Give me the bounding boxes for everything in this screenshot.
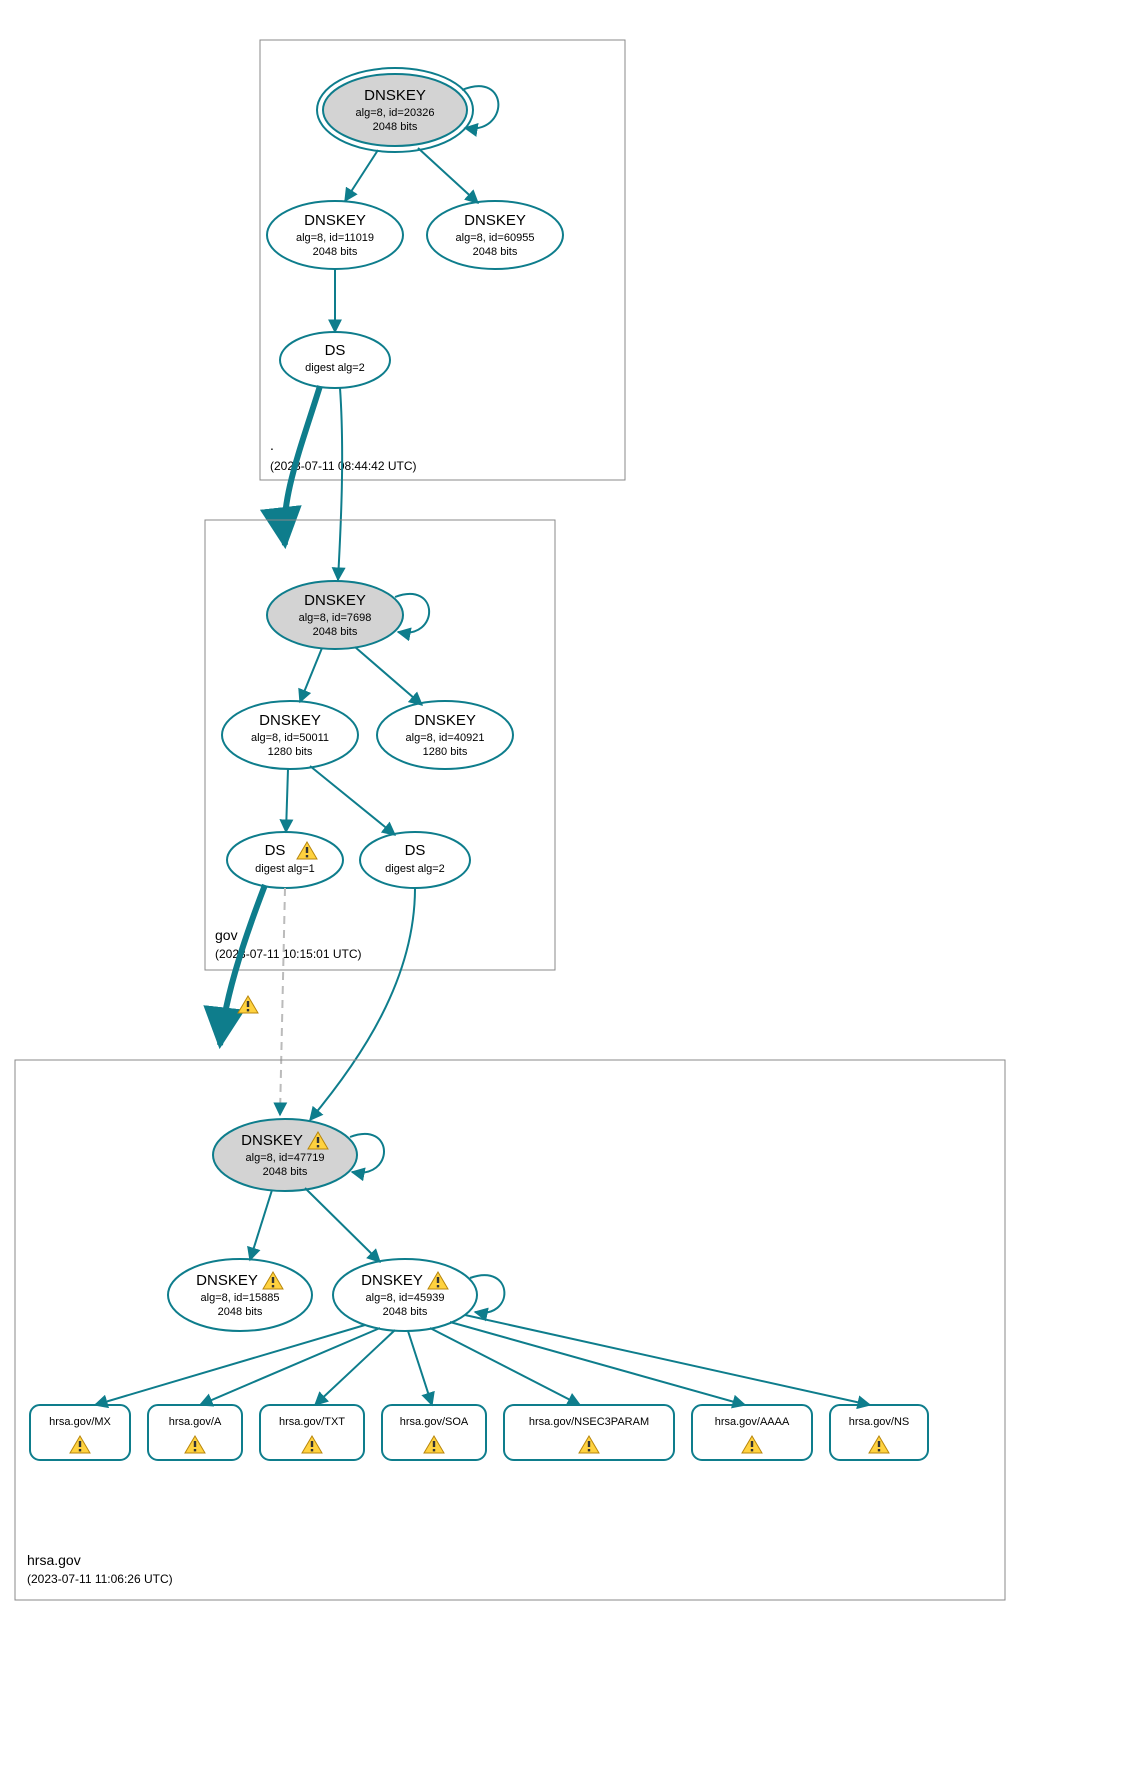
node-gov-zsk2: DNSKEY alg=8, id=40921 1280 bits: [377, 701, 513, 769]
svg-text:hrsa.gov/SOA: hrsa.gov/SOA: [400, 1416, 469, 1428]
svg-text:DS: DS: [265, 842, 286, 859]
edge-govds2-hrsaksk: [310, 888, 415, 1120]
node-gov-ds2: DS digest alg=2: [360, 832, 470, 888]
node-gov-ksk: DNSKEY alg=8, id=7698 2048 bits: [267, 581, 403, 649]
svg-text:2048 bits: 2048 bits: [218, 1306, 263, 1318]
svg-text:DNSKEY: DNSKEY: [196, 1272, 258, 1289]
node-gov-zsk1: DNSKEY alg=8, id=50011 1280 bits: [222, 701, 358, 769]
svg-text:digest alg=2: digest alg=2: [385, 863, 445, 875]
edge-zsk2-soa: [408, 1331, 432, 1405]
svg-text:alg=8, id=11019: alg=8, id=11019: [296, 232, 374, 244]
svg-text:digest alg=2: digest alg=2: [305, 362, 365, 374]
edge-govzsk1-ds2: [310, 766, 395, 835]
svg-text:DNSKEY: DNSKEY: [414, 712, 476, 729]
edge-govksk-zsk1: [300, 648, 322, 702]
svg-text:hrsa.gov/AAAA: hrsa.gov/AAAA: [715, 1416, 790, 1428]
edge-hrsaksk-zsk1: [250, 1190, 272, 1260]
zone-label-root: .: [270, 437, 274, 453]
zone-box-hrsa: [15, 1060, 1005, 1600]
rr-ns: hrsa.gov/NS: [830, 1405, 928, 1460]
node-hrsa-zsk1: DNSKEY alg=8, id=15885 2048 bits: [168, 1259, 312, 1331]
edge-gov-to-hrsa-deleg: [220, 885, 265, 1045]
rr-mx: hrsa.gov/MX: [30, 1405, 130, 1460]
svg-text:alg=8, id=60955: alg=8, id=60955: [456, 232, 535, 244]
node-root-zsk2: DNSKEY alg=8, id=60955 2048 bits: [427, 201, 563, 269]
svg-text:hrsa.gov/A: hrsa.gov/A: [169, 1416, 222, 1428]
edge-zsk2-txt: [315, 1330, 395, 1405]
node-gov-ds1: DS digest alg=1: [227, 832, 343, 888]
svg-text:hrsa.gov/MX: hrsa.gov/MX: [49, 1416, 111, 1428]
zone-label-hrsa: hrsa.gov: [27, 1552, 81, 1568]
svg-text:DNSKEY: DNSKEY: [259, 712, 321, 729]
svg-text:alg=8, id=50011: alg=8, id=50011: [251, 732, 329, 744]
edge-hrsaksk-zsk2: [305, 1188, 380, 1262]
node-root-zsk1: DNSKEY alg=8, id=11019 2048 bits: [267, 201, 403, 269]
svg-text:DNSKEY: DNSKEY: [304, 212, 366, 229]
svg-text:2048 bits: 2048 bits: [373, 121, 418, 133]
warning-icon: [238, 996, 258, 1013]
svg-text:DNSKEY: DNSKEY: [304, 592, 366, 609]
zone-ts-hrsa: (2023-07-11 11:06:26 UTC): [27, 1572, 173, 1586]
svg-text:alg=8, id=47719: alg=8, id=47719: [246, 1152, 325, 1164]
svg-text:hrsa.gov/NS: hrsa.gov/NS: [849, 1416, 910, 1428]
edge-rootds-govksk: [338, 388, 342, 580]
svg-text:DNSKEY: DNSKEY: [464, 212, 526, 229]
svg-text:alg=8, id=7698: alg=8, id=7698: [299, 612, 372, 624]
svg-text:2048 bits: 2048 bits: [383, 1306, 428, 1318]
svg-text:2048 bits: 2048 bits: [313, 626, 358, 638]
svg-text:alg=8, id=15885: alg=8, id=15885: [201, 1292, 280, 1304]
node-root-ds: DS digest alg=2: [280, 332, 390, 388]
svg-text:2048 bits: 2048 bits: [313, 246, 358, 258]
node-hrsa-zsk2: DNSKEY alg=8, id=45939 2048 bits: [333, 1259, 477, 1331]
svg-text:digest alg=1: digest alg=1: [255, 863, 315, 875]
rr-nsec3: hrsa.gov/NSEC3PARAM: [504, 1405, 674, 1460]
svg-text:DNSKEY: DNSKEY: [364, 87, 426, 104]
edge-zsk2-aaaa: [450, 1322, 745, 1405]
svg-text:alg=8, id=20326: alg=8, id=20326: [356, 107, 435, 119]
svg-text:DS: DS: [325, 342, 346, 359]
node-root-ksk: DNSKEY alg=8, id=20326 2048 bits: [317, 68, 473, 152]
edge-govds1-hrsaksk: [280, 888, 285, 1115]
svg-text:DNSKEY: DNSKEY: [241, 1132, 303, 1149]
svg-text:2048 bits: 2048 bits: [473, 246, 518, 258]
edge-rootksk-zsk1: [345, 150, 378, 201]
edge-govksk-zsk2: [355, 647, 422, 705]
rr-aaaa: hrsa.gov/AAAA: [692, 1405, 812, 1460]
svg-text:hrsa.gov/TXT: hrsa.gov/TXT: [279, 1416, 345, 1428]
svg-text:alg=8, id=40921: alg=8, id=40921: [406, 732, 485, 744]
rr-soa: hrsa.gov/SOA: [382, 1405, 486, 1460]
svg-text:hrsa.gov/NSEC3PARAM: hrsa.gov/NSEC3PARAM: [529, 1416, 649, 1428]
svg-text:DS: DS: [405, 842, 426, 859]
rr-a: hrsa.gov/A: [148, 1405, 242, 1460]
svg-text:1280 bits: 1280 bits: [268, 746, 313, 758]
rr-txt: hrsa.gov/TXT: [260, 1405, 364, 1460]
edge-zsk2-ns: [465, 1315, 870, 1405]
svg-text:DNSKEY: DNSKEY: [361, 1272, 423, 1289]
svg-text:alg=8, id=45939: alg=8, id=45939: [366, 1292, 445, 1304]
zone-label-gov: gov: [215, 927, 238, 943]
svg-text:2048 bits: 2048 bits: [263, 1166, 308, 1178]
edge-govzsk1-ds1: [286, 769, 288, 832]
svg-text:1280 bits: 1280 bits: [423, 746, 468, 758]
edge-rootksk-zsk2: [418, 148, 478, 203]
node-hrsa-ksk: DNSKEY alg=8, id=47719 2048 bits: [213, 1119, 357, 1191]
edge-zsk2-nsec3: [430, 1328, 580, 1405]
